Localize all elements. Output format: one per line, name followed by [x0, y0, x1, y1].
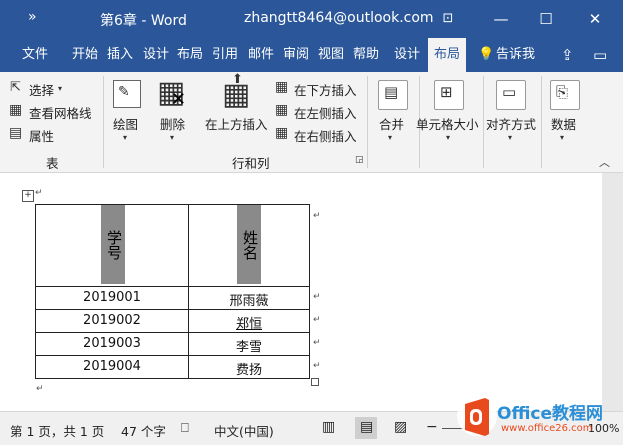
cell-size-icon: ⊞ — [440, 83, 453, 101]
insert-below-icon: ▦ — [275, 79, 289, 95]
watermark-url: www.office26.com — [501, 423, 593, 434]
alignment-dropdown-icon[interactable]: ▾ — [508, 133, 512, 142]
header-student-id: 学号 — [101, 205, 125, 284]
draw-dropdown-icon[interactable]: ▾ — [123, 133, 127, 142]
title-bar: » 第6章 - Word zhangtt8464@outlook.com ⊡ —… — [0, 0, 623, 38]
web-layout-icon[interactable]: ▨ — [394, 419, 407, 435]
tab-review[interactable]: 审阅 — [283, 38, 309, 72]
maximize-button[interactable]: ☐ — [534, 7, 558, 31]
insert-left-button[interactable]: 在左侧插入 — [294, 103, 357, 122]
tab-insert[interactable]: 插入 — [107, 38, 133, 72]
watermark-brand: Office教程网 — [497, 404, 604, 424]
cursor-icon: ⇱ — [10, 80, 21, 95]
group-divider — [367, 76, 368, 168]
row-end-mark: ↵ — [313, 338, 321, 348]
properties-button[interactable]: 属性 — [29, 126, 54, 145]
student-id-cell: 2019002 — [83, 313, 141, 328]
group-divider — [483, 76, 484, 168]
delete-button[interactable]: 删除 — [160, 114, 185, 133]
table-move-handle-icon[interactable]: + — [22, 190, 34, 202]
tab-layout[interactable]: 布局 — [177, 38, 203, 72]
student-id-cell: 2019001 — [83, 290, 141, 305]
group-label-rows-columns: 行和列 — [232, 156, 270, 171]
vertical-scrollbar[interactable] — [602, 173, 623, 411]
properties-icon: ▤ — [9, 125, 23, 141]
tab-design[interactable]: 设计 — [143, 38, 169, 72]
student-name-cell: 邢雨薇 — [229, 294, 269, 309]
collapse-ribbon-icon[interactable]: ︿ — [599, 154, 610, 170]
pencil-icon: ✎ — [118, 84, 130, 100]
zoom-out-icon[interactable]: − — [426, 419, 438, 435]
document-title: 第6章 - Word — [100, 13, 187, 29]
proofing-icon[interactable]: ⎕ — [181, 421, 189, 436]
view-gridlines-button[interactable]: 查看网格线 — [29, 103, 92, 122]
alignment-icon: ▭ — [502, 83, 517, 101]
merge-icon: ▤ — [384, 83, 399, 101]
merge-label[interactable]: 合并 — [379, 114, 404, 133]
student-name-cell: 李雪 — [235, 340, 262, 355]
paragraph-mark: ↵ — [36, 384, 44, 394]
delete-dropdown-icon[interactable]: ▾ — [170, 133, 174, 142]
merge-dropdown-icon[interactable]: ▾ — [388, 133, 392, 142]
select-button[interactable]: 选择 — [29, 80, 54, 99]
share-icon[interactable]: ⇪ — [561, 38, 574, 72]
ribbon-display-options-icon[interactable]: ⊡ — [436, 7, 460, 31]
student-id-cell: 2019004 — [83, 359, 141, 374]
tab-home[interactable]: 开始 — [72, 38, 98, 72]
student-id-cell: 2019003 — [83, 336, 141, 351]
draw-button[interactable]: 绘图 — [113, 114, 138, 133]
header-name: 姓名 — [237, 205, 261, 284]
tab-file[interactable]: 文件 — [22, 38, 48, 72]
cell-size-dropdown-icon[interactable]: ▾ — [446, 133, 450, 142]
tell-me-search[interactable]: 告诉我 — [496, 38, 535, 72]
row-end-mark: ↵ — [313, 292, 321, 302]
minimize-button[interactable]: — — [489, 7, 513, 31]
cell-size-label[interactable]: 单元格大小 — [416, 114, 479, 133]
group-divider — [103, 76, 104, 168]
student-name-cell: 费扬 — [235, 363, 262, 378]
row-end-mark: ↵ — [313, 361, 321, 371]
data-icon: ⎘ — [556, 83, 569, 101]
tab-table-layout[interactable]: 布局 — [428, 38, 466, 72]
group-divider — [541, 76, 542, 168]
insert-right-icon: ▦ — [275, 125, 289, 141]
tab-references[interactable]: 引用 — [212, 38, 238, 72]
row-end-mark: ↵ — [313, 315, 321, 325]
group-label-table: 表 — [46, 156, 59, 171]
alignment-label[interactable]: 对齐方式 — [486, 114, 536, 133]
ribbon-tabs: 文件 开始 插入 设计 布局 引用 邮件 审阅 视图 帮助 设计 布局 💡 告诉… — [0, 38, 623, 72]
lightbulb-icon: 💡 — [478, 47, 495, 62]
close-button[interactable]: ✕ — [583, 7, 607, 31]
select-dropdown-icon[interactable]: ▾ — [58, 84, 62, 93]
tab-view[interactable]: 视图 — [318, 38, 344, 72]
quick-access-overflow-icon[interactable]: » — [28, 9, 37, 25]
print-layout-icon: ▤ — [360, 419, 374, 435]
dialog-launcher-icon[interactable]: ◲ — [355, 155, 364, 165]
data-dropdown-icon[interactable]: ▾ — [560, 133, 564, 142]
row-end-mark: ↵ — [313, 211, 321, 221]
insert-right-button[interactable]: 在右侧插入 — [294, 126, 357, 145]
delete-x-icon: ✕ — [171, 89, 187, 110]
tab-table-design[interactable]: 设计 — [394, 38, 420, 72]
student-name-cell: 郑恒 — [235, 317, 262, 332]
paragraph-mark: ↵ — [35, 188, 43, 198]
account-name[interactable]: zhangtt8464@outlook.com — [244, 10, 434, 26]
comments-icon[interactable]: ▭ — [593, 38, 607, 72]
word-count[interactable]: 47 个字 — [121, 421, 166, 440]
ribbon: ⇱ 选择 ▾ ▦ 查看网格线 ▤ 属性 表 ✎ 绘图 ▾ ▦ ✕ 删除 ▾ ▦ … — [0, 72, 623, 173]
language-indicator[interactable]: 中文(中国) — [214, 421, 274, 440]
arrow-up-icon: ⬆ — [232, 72, 243, 87]
data-label[interactable]: 数据 — [551, 114, 576, 133]
office26-watermark-logo: Office教程网 www.office26.com — [455, 390, 623, 444]
insert-above-button[interactable]: 在上方插入 — [205, 114, 268, 133]
read-mode-icon[interactable]: ▥ — [322, 419, 335, 435]
table-resize-handle-icon[interactable] — [311, 378, 319, 386]
tab-mailings[interactable]: 邮件 — [248, 38, 274, 72]
insert-left-icon: ▦ — [275, 102, 289, 118]
gridlines-icon: ▦ — [9, 102, 23, 118]
tab-help[interactable]: 帮助 — [353, 38, 379, 72]
insert-below-button[interactable]: 在下方插入 — [294, 80, 357, 99]
page-count[interactable]: 第 1 页，共 1 页 — [10, 421, 104, 440]
